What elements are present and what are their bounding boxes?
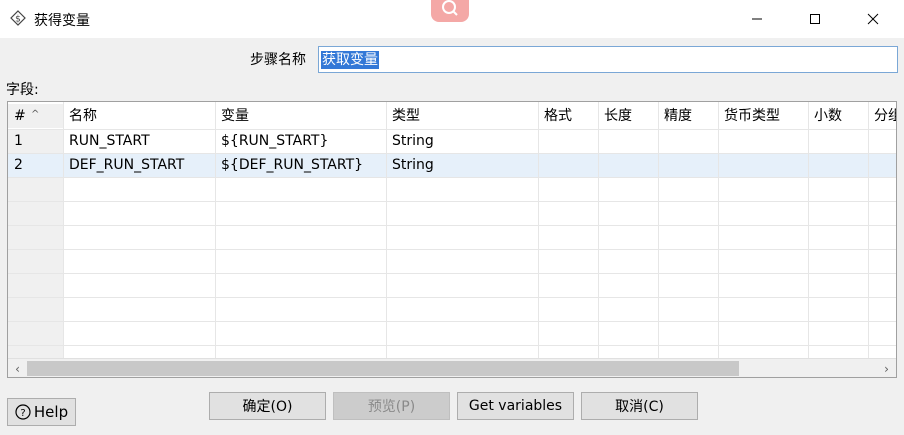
scroll-left-icon[interactable]: ‹ xyxy=(8,359,27,377)
grid-line xyxy=(8,273,896,274)
fields-table[interactable]: # ^ 名称 变量 类型 格式 长度 精度 货币类型 小数 分组 1 RUN_S… xyxy=(7,101,897,378)
maximize-icon xyxy=(810,14,820,24)
cell-variable[interactable]: ${RUN_START} xyxy=(215,129,386,153)
column-header-num[interactable]: # ^ xyxy=(8,104,63,128)
svg-text:$: $ xyxy=(15,15,21,25)
column-header-variable[interactable]: 变量 xyxy=(215,104,386,128)
cell-type[interactable]: String xyxy=(386,129,538,153)
grid-line xyxy=(8,129,896,130)
sort-caret-icon: ^ xyxy=(31,109,40,120)
ok-button[interactable]: 确定(O) xyxy=(209,392,326,420)
grid-line xyxy=(8,297,896,298)
cell-type[interactable]: String xyxy=(386,153,538,177)
scroll-right-icon[interactable]: › xyxy=(877,359,896,377)
grid-line xyxy=(8,177,896,178)
column-header-name[interactable]: 名称 xyxy=(63,104,215,128)
minimize-icon xyxy=(752,18,762,20)
cancel-button[interactable]: 取消(C) xyxy=(581,392,698,420)
help-label: Help xyxy=(33,403,69,421)
preview-button[interactable]: 预览(P) xyxy=(333,392,450,420)
cell-variable[interactable]: ${DEF_RUN_START} xyxy=(215,153,386,177)
get-variables-button[interactable]: Get variables xyxy=(457,392,574,420)
scrollbar-thumb[interactable] xyxy=(27,361,739,376)
step-name-label: 步骤名称 xyxy=(250,52,306,68)
horizontal-scrollbar[interactable]: ‹ › xyxy=(8,358,896,377)
column-header-decimal[interactable]: 小数 xyxy=(808,104,868,128)
fields-label: 字段: xyxy=(6,82,39,98)
help-button[interactable]: ? Help xyxy=(7,398,76,426)
help-icon: ? xyxy=(15,404,31,420)
table-row[interactable]: 1 RUN_START ${RUN_START} String xyxy=(8,129,896,153)
app-icon: $ xyxy=(10,10,26,26)
table-row[interactable]: 2 DEF_RUN_START ${DEF_RUN_START} String xyxy=(8,153,896,177)
step-name-input[interactable]: 获取变量 xyxy=(318,46,898,73)
column-header-group[interactable]: 分组 xyxy=(868,104,896,128)
column-header-format[interactable]: 格式 xyxy=(538,104,598,128)
grid-line xyxy=(8,225,896,226)
row-number: 1 xyxy=(14,133,23,149)
minimize-button[interactable] xyxy=(728,0,786,38)
table-header: # ^ 名称 变量 类型 格式 长度 精度 货币类型 小数 分组 xyxy=(8,102,896,129)
cell-name[interactable]: DEF_RUN_START xyxy=(63,153,215,177)
cell-name[interactable]: RUN_START xyxy=(63,129,215,153)
close-icon xyxy=(867,13,879,25)
column-header-currency[interactable]: 货币类型 xyxy=(718,104,808,128)
column-header-length[interactable]: 长度 xyxy=(598,104,658,128)
grid-line xyxy=(8,321,896,322)
svg-text:?: ? xyxy=(20,408,25,419)
column-header-type[interactable]: 类型 xyxy=(386,104,538,128)
close-button[interactable] xyxy=(844,0,902,38)
maximize-button[interactable] xyxy=(786,0,844,38)
search-badge[interactable] xyxy=(431,0,469,22)
row-number: 2 xyxy=(14,157,23,173)
column-header-precision[interactable]: 精度 xyxy=(658,104,718,128)
grid-line xyxy=(8,201,896,202)
title-bar: $ 获得变量 xyxy=(0,0,904,38)
grid-line xyxy=(8,153,896,154)
grid-line xyxy=(8,345,896,346)
window-title: 获得变量 xyxy=(34,13,90,29)
step-name-value: 获取变量 xyxy=(321,51,379,69)
grid-line xyxy=(8,249,896,250)
